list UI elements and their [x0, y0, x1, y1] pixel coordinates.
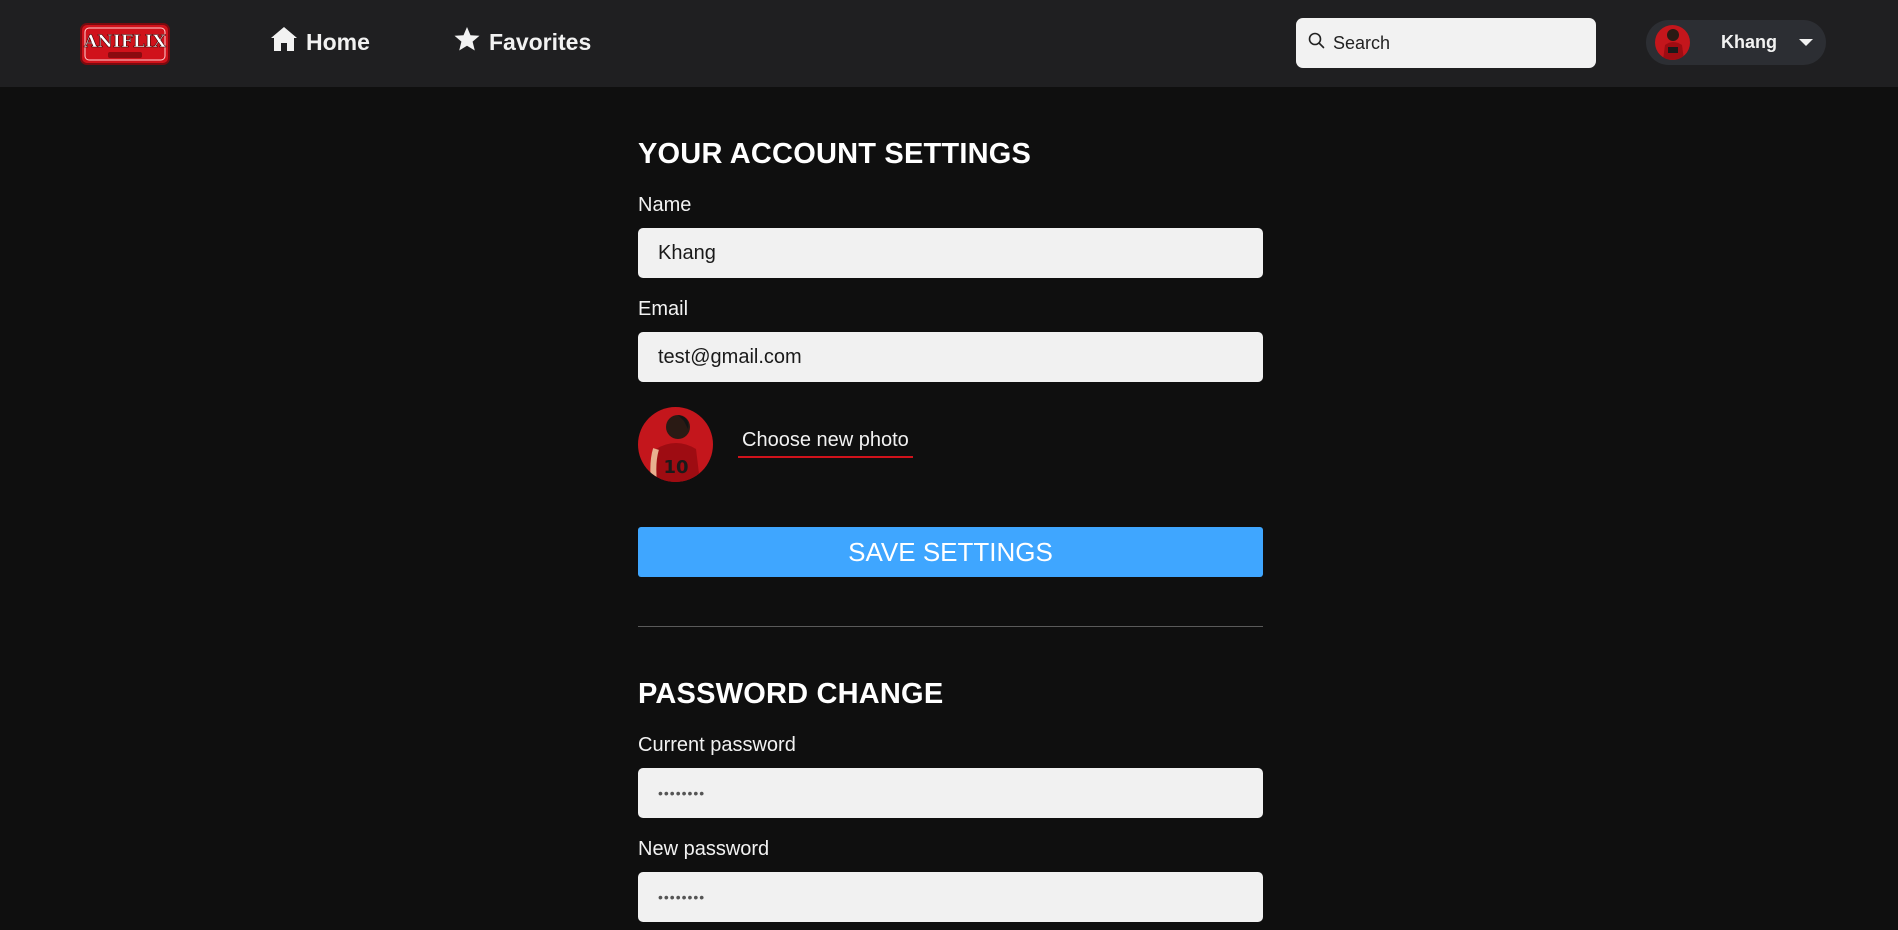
nav-home[interactable]: Home — [270, 26, 370, 58]
top-navbar: ANIFLIX Home Favorites Khang — [0, 0, 1898, 87]
star-icon — [453, 26, 481, 58]
new-password-label: New password — [638, 838, 770, 860]
choose-photo-link[interactable]: Choose new photo — [738, 429, 913, 458]
current-password-field[interactable] — [638, 768, 1263, 818]
nav-favorites[interactable]: Favorites — [453, 26, 591, 58]
new-password-field[interactable] — [638, 872, 1263, 922]
account-settings-title: YOUR ACCOUNT SETTINGS — [638, 138, 1032, 170]
avatar — [1655, 25, 1690, 60]
profile-photo: 10 — [638, 407, 713, 482]
nav-home-label: Home — [306, 28, 370, 55]
email-field[interactable] — [638, 332, 1263, 382]
home-icon — [270, 26, 298, 58]
password-change-title: PASSWORD CHANGE — [638, 678, 944, 710]
name-field[interactable] — [638, 228, 1263, 278]
name-label: Name — [638, 194, 692, 216]
search-box[interactable] — [1296, 18, 1596, 68]
user-name: Khang — [1721, 32, 1777, 52]
caret-down-icon[interactable] — [1796, 32, 1816, 52]
aniflix-logo[interactable]: ANIFLIX — [78, 18, 172, 70]
search-input[interactable] — [1333, 32, 1583, 54]
current-password-label: Current password — [638, 734, 796, 756]
section-divider — [638, 626, 1263, 627]
nav-favorites-label: Favorites — [489, 28, 592, 55]
svg-text:ANIFLIX: ANIFLIX — [83, 32, 167, 52]
save-settings-button[interactable]: SAVE SETTINGS — [638, 527, 1263, 577]
user-menu[interactable]: Khang — [1646, 20, 1826, 65]
svg-text:10: 10 — [663, 457, 688, 478]
search-icon — [1308, 32, 1325, 54]
email-label: Email — [638, 298, 689, 320]
